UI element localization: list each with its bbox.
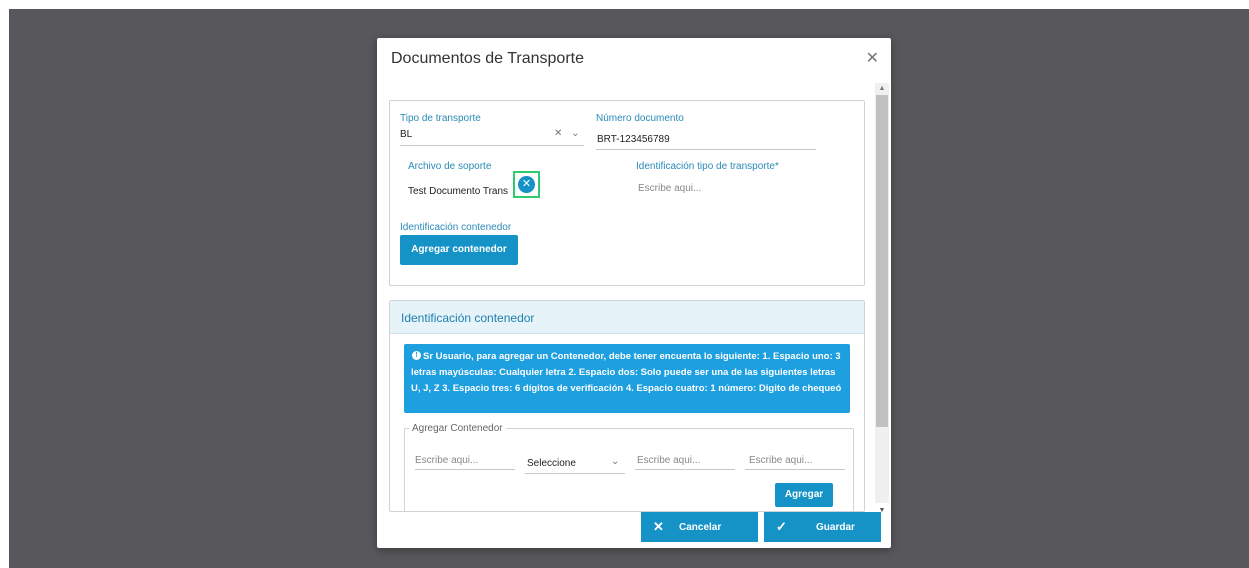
- file-remove-focus[interactable]: ✕: [513, 171, 540, 198]
- container-type-select[interactable]: Seleccione: [527, 458, 576, 469]
- numero-documento-label: Número documento: [596, 113, 684, 124]
- agregar-button[interactable]: Agregar: [775, 483, 833, 507]
- field2-underline: [525, 473, 625, 474]
- tipo-transporte-underline: [400, 145, 584, 146]
- save-button[interactable]: ✓ Guardar: [764, 512, 881, 542]
- document-form-card: Tipo de transporte BL ✕ ⌄ Número documen…: [389, 100, 865, 286]
- close-icon: ✕: [653, 519, 664, 534]
- numero-documento-underline: [596, 149, 816, 150]
- info-text: Sr Usuario, para agregar un Contenedor, …: [411, 351, 842, 394]
- container-check-digit-input[interactable]: Escribe aqui...: [749, 455, 812, 466]
- cancel-label: Cancelar: [679, 522, 722, 533]
- container-panel-title: Identificación contenedor: [401, 311, 535, 325]
- identificacion-tipo-label: Identificación tipo de transporte*: [636, 161, 779, 172]
- field3-underline: [635, 469, 735, 470]
- field1-underline: [415, 469, 515, 470]
- archivo-soporte-filename: Test Documento Trans: [408, 186, 509, 197]
- chevron-down-icon[interactable]: ⌄: [611, 456, 622, 467]
- container-letters-input[interactable]: Escribe aqui...: [415, 455, 478, 466]
- scroll-thumb[interactable]: [876, 95, 888, 427]
- remove-file-icon[interactable]: ✕: [518, 176, 535, 193]
- tipo-transporte-label: Tipo de transporte: [400, 113, 481, 124]
- cancel-button[interactable]: ✕ Cancelar: [641, 512, 758, 542]
- modal-title: Documentos de Transporte: [391, 50, 584, 67]
- close-icon[interactable]: ✕: [866, 50, 879, 68]
- tipo-transporte-select[interactable]: BL: [400, 129, 412, 140]
- fieldset-legend: Agregar Contenedor: [409, 423, 506, 434]
- agregar-contenedor-button[interactable]: Agregar contenedor: [400, 235, 518, 265]
- scroll-up-icon[interactable]: ▲: [875, 83, 889, 95]
- vertical-scrollbar[interactable]: ▲ ▼: [875, 83, 889, 514]
- save-label: Guardar: [816, 522, 855, 533]
- container-panel-header: Identificación contenedor: [390, 301, 864, 334]
- archivo-soporte-label: Archivo de soporte: [408, 161, 492, 172]
- container-digits-input[interactable]: Escribe aqui...: [637, 455, 700, 466]
- agregar-contenedor-fieldset: Agregar Contenedor Escribe aqui... Selec…: [404, 423, 854, 511]
- clear-chevron-icons[interactable]: ✕ ⌄: [554, 128, 583, 139]
- numero-documento-input[interactable]: BRT-123456789: [597, 134, 670, 145]
- container-panel: Identificación contenedor ! Sr Usuario, …: [389, 300, 865, 512]
- field4-underline: [745, 469, 845, 470]
- info-alert: ! Sr Usuario, para agregar un Contenedor…: [404, 344, 850, 413]
- identificacion-contenedor-label: Identificación contenedor: [400, 222, 512, 233]
- identificacion-tipo-input[interactable]: Escribe aqui...: [638, 183, 701, 194]
- transport-documents-modal: Documentos de Transporte ✕ ▲ ▼ Tipo de t…: [377, 38, 891, 548]
- check-icon: ✓: [776, 519, 787, 534]
